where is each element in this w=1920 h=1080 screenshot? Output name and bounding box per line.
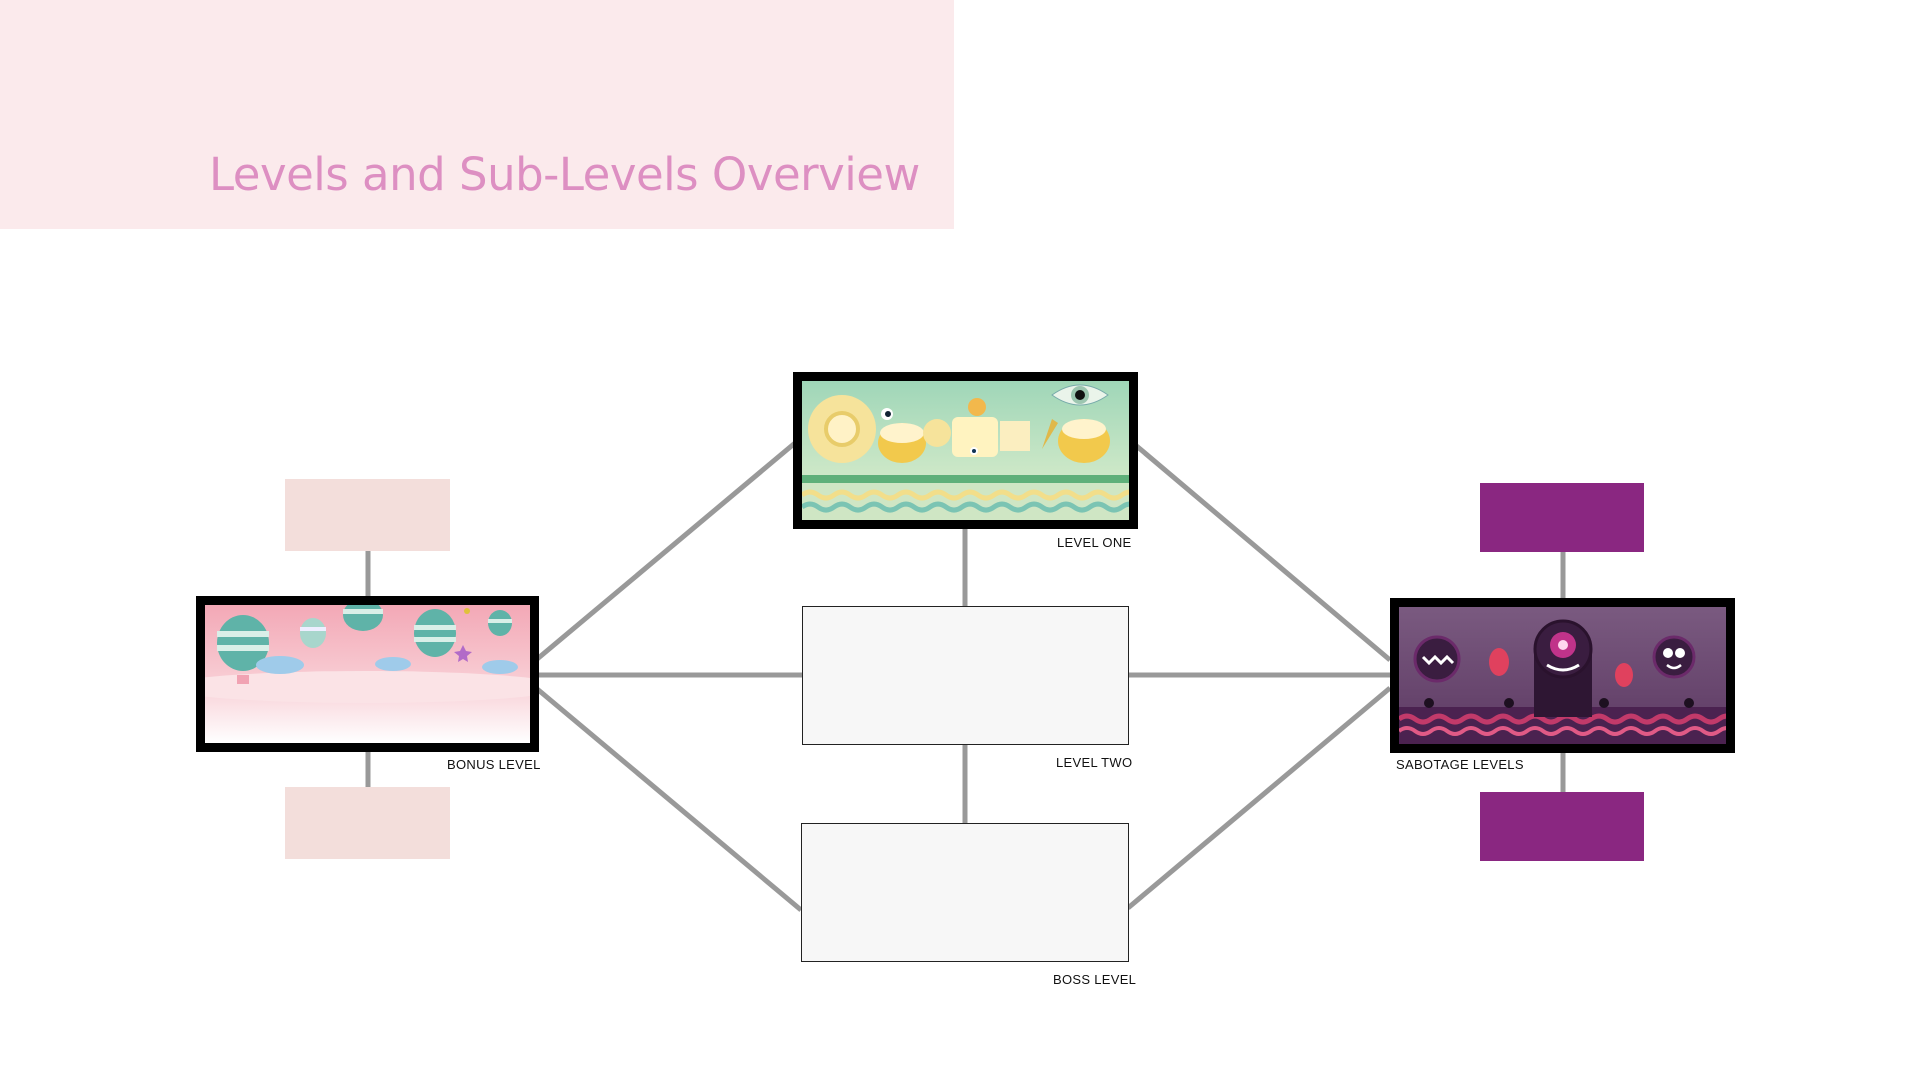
bonus-level-caption: BONUS LEVEL [447,757,541,772]
boss-level-box[interactable] [801,823,1129,962]
bonus-sub-level-bottom[interactable] [285,787,450,859]
level-one-caption: LEVEL ONE [1057,535,1132,550]
bonus-level-thumbnail[interactable] [196,596,539,752]
sabotage-sub-level-bottom[interactable] [1480,792,1644,861]
sabotage-levels-caption: SABOTAGE LEVELS [1396,757,1524,772]
bonus-sub-level-top[interactable] [285,479,450,551]
connector-boss-to-sabotage [1126,686,1392,910]
bonus-level-scene-image [205,605,530,743]
connector-bonus-to-boss [534,686,803,912]
connector-bonus-to-level-one [534,441,797,662]
boss-level-caption: BOSS LEVEL [1053,972,1137,987]
sabotage-levels-thumbnail[interactable] [1390,598,1735,753]
level-one-thumbnail[interactable] [793,372,1138,529]
connector-level-one-to-sabotage [1131,441,1392,662]
sabotage-sub-level-top[interactable] [1480,483,1644,552]
level-one-scene-image [802,381,1129,520]
level-two-box[interactable] [802,606,1129,745]
sabotage-levels-scene-image [1399,607,1726,744]
level-two-caption: LEVEL TWO [1056,755,1133,770]
